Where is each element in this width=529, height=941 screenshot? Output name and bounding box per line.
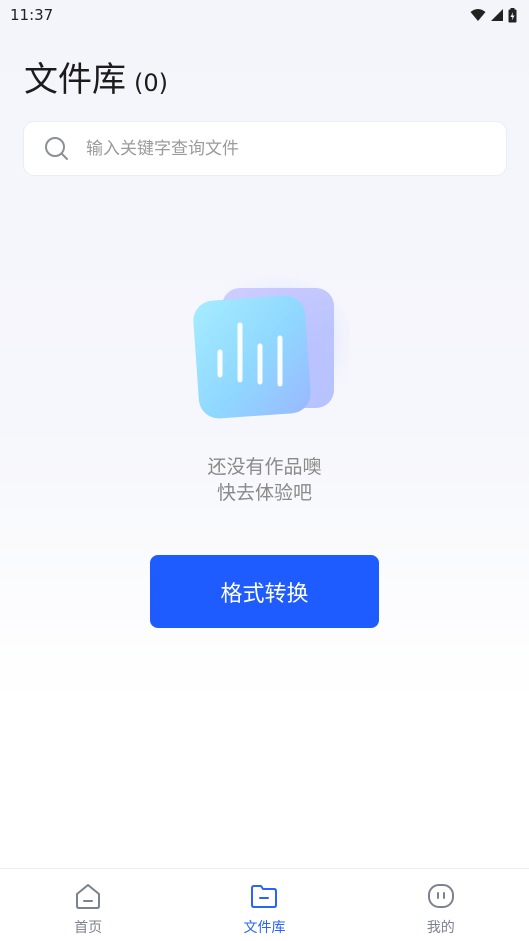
tab-home[interactable]: 首页 (0, 869, 176, 941)
home-icon (76, 884, 101, 909)
empty-message: 还没有作品噢 (207, 456, 322, 478)
wifi-icon (470, 9, 486, 21)
search-icon (45, 136, 68, 160)
tab-mine-label: 我的 (426, 920, 455, 936)
page-title-text: 文件库 (24, 60, 126, 100)
tab-mine[interactable]: 我的 (353, 869, 529, 941)
profile-icon (427, 884, 454, 908)
cell-signal-icon (491, 9, 503, 21)
status-bar: 11:37 (0, 0, 529, 30)
tab-file-library[interactable]: 文件库 (176, 869, 352, 941)
status-icons (470, 7, 517, 23)
battery-icon (508, 7, 517, 22)
bottom-tab-bar: 首页 文件库 我的 (0, 868, 529, 941)
empty-files-illustration (190, 274, 350, 422)
format-convert-button[interactable]: 格式转换 (150, 555, 379, 628)
tab-home-label: 首页 (74, 920, 103, 936)
page-title: 文件库 (0) (24, 52, 168, 101)
search-bar[interactable] (24, 122, 506, 175)
status-time: 11:37 (10, 6, 54, 24)
folder-icon (251, 885, 278, 908)
search-input[interactable] (84, 137, 468, 160)
tab-file-library-label: 文件库 (243, 920, 286, 936)
file-count: (0) (134, 69, 168, 97)
empty-hint: 快去体验吧 (216, 482, 312, 504)
